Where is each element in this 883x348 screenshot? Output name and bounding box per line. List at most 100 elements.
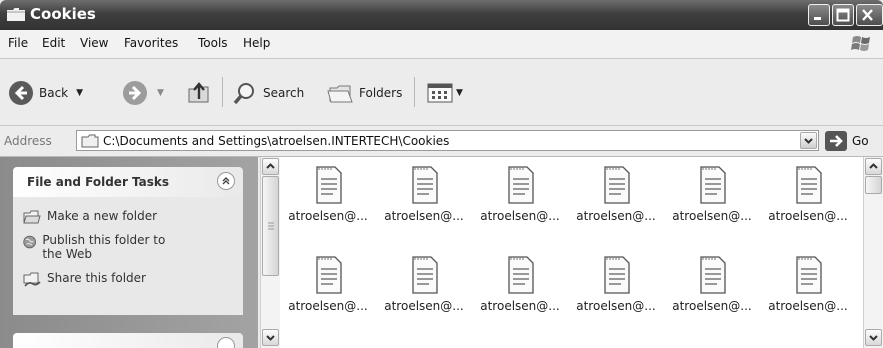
chevron-up-icon — [266, 163, 275, 169]
file-name: atroelsen@... — [576, 299, 656, 313]
folders-button[interactable]: Folders — [326, 79, 402, 107]
file-list-scrollbar[interactable] — [863, 157, 883, 348]
grip-icon — [268, 222, 274, 230]
folder-icon — [81, 134, 99, 148]
new-folder-icon — [23, 210, 41, 224]
task-label: Publish this folder to the Web — [42, 233, 166, 261]
file-item[interactable]: atroelsen@... — [472, 165, 568, 223]
task-make-new-folder[interactable]: Make a new folder — [23, 209, 157, 225]
collapse-button[interactable] — [217, 172, 235, 190]
window-title: Cookies — [30, 5, 96, 23]
file-name: atroelsen@... — [672, 299, 752, 313]
toolbar-separator — [222, 77, 223, 107]
file-item[interactable]: atroelsen@... — [664, 165, 760, 223]
menu-file[interactable]: File — [8, 36, 28, 50]
title-bar[interactable]: Cookies — [0, 0, 883, 30]
task-panel-body: Make a new folder Publish this folder to… — [13, 197, 243, 315]
folders-icon — [327, 85, 353, 103]
chevron-up-icon — [869, 163, 878, 169]
scroll-down-button[interactable] — [865, 329, 882, 346]
chevron-down-icon — [804, 138, 813, 144]
task-label: Share this folder — [47, 271, 146, 285]
menu-favorites[interactable]: Favorites — [124, 36, 178, 50]
menu-edit[interactable]: Edit — [42, 36, 65, 50]
file-item[interactable]: atroelsen@... — [664, 255, 760, 313]
search-icon — [233, 83, 254, 105]
file-name: atroelsen@... — [480, 299, 560, 313]
task-label: Make a new folder — [47, 209, 158, 223]
text-file-icon — [700, 256, 726, 294]
scroll-up-button[interactable] — [865, 158, 882, 175]
views-button[interactable]: ▼ — [426, 79, 463, 107]
task-panel-header[interactable]: File and Folder Tasks — [13, 167, 243, 197]
scroll-thumb[interactable] — [865, 176, 882, 194]
file-name: atroelsen@... — [768, 299, 848, 313]
folders-label: Folders — [359, 86, 403, 100]
up-button[interactable] — [186, 79, 212, 107]
address-dropdown-button[interactable] — [800, 132, 817, 149]
address-path: C:\Documents and Settings\atroelsen.INTE… — [103, 134, 450, 148]
menu-bar: File Edit View Favorites Tools Help — [0, 30, 883, 59]
text-file-icon — [796, 256, 822, 294]
collapse-button[interactable] — [217, 337, 235, 348]
file-name: atroelsen@... — [768, 209, 848, 223]
folder-up-icon — [188, 82, 209, 103]
text-file-icon — [316, 256, 342, 294]
scroll-thumb[interactable] — [262, 176, 279, 276]
go-button[interactable] — [825, 131, 847, 151]
chevron-down-icon: ▼ — [157, 88, 164, 98]
text-file-icon — [508, 166, 534, 204]
windows-logo-icon — [851, 36, 870, 51]
scroll-up-button[interactable] — [262, 158, 279, 175]
address-bar: Address C:\Documents and Settings\atroel… — [0, 126, 883, 157]
text-file-icon — [604, 256, 630, 294]
file-name: atroelsen@... — [384, 209, 464, 223]
task-pane-scrollbar[interactable] — [260, 157, 280, 348]
chevron-down-icon: ▼ — [456, 88, 463, 98]
file-item[interactable]: atroelsen@... — [568, 255, 664, 313]
menu-help[interactable]: Help — [243, 36, 270, 50]
file-item[interactable]: atroelsen@... — [568, 165, 664, 223]
text-file-icon — [316, 166, 342, 204]
go-label[interactable]: Go — [852, 134, 869, 148]
close-button[interactable] — [856, 4, 883, 26]
search-button[interactable]: Search — [232, 79, 304, 107]
menu-view[interactable]: View — [80, 36, 108, 50]
file-item[interactable]: atroelsen@... — [760, 165, 856, 223]
task-publish-folder-web[interactable]: Publish this folder to the Web — [23, 233, 173, 261]
toolbar-separator — [414, 77, 415, 107]
maximize-icon — [836, 8, 850, 22]
scroll-down-button[interactable] — [262, 329, 279, 346]
back-label: Back — [39, 86, 69, 100]
chevron-down-icon: ▼ — [76, 88, 84, 98]
file-item[interactable]: atroelsen@... — [472, 255, 568, 313]
other-places-panel-header[interactable] — [13, 333, 243, 348]
go-arrow-icon — [830, 135, 843, 147]
double-chevron-up-icon — [222, 177, 230, 185]
file-name: atroelsen@... — [576, 209, 656, 223]
minimize-icon — [814, 17, 821, 20]
text-file-icon — [604, 166, 630, 204]
address-input[interactable]: C:\Documents and Settings\atroelsen.INTE… — [76, 130, 819, 151]
text-file-icon — [796, 166, 822, 204]
file-item[interactable]: atroelsen@... — [760, 255, 856, 313]
back-arrow-icon — [9, 81, 33, 105]
minimize-button[interactable] — [808, 4, 830, 26]
views-icon — [427, 83, 453, 103]
file-item[interactable]: atroelsen@... — [280, 165, 376, 223]
menu-tools[interactable]: Tools — [198, 36, 228, 50]
file-name: atroelsen@... — [672, 209, 752, 223]
close-icon — [862, 9, 873, 21]
file-item[interactable]: atroelsen@... — [376, 165, 472, 223]
file-item[interactable]: atroelsen@... — [376, 255, 472, 313]
file-list-view[interactable]: atroelsen@... atroelsen@... atroelsen@... a… — [280, 157, 863, 348]
file-item[interactable]: atroelsen@... — [280, 255, 376, 313]
forward-button[interactable]: ▼ — [122, 79, 164, 107]
back-button[interactable]: Back ▼ — [8, 79, 83, 107]
task-share-folder[interactable]: Share this folder — [23, 271, 146, 287]
search-label: Search — [263, 86, 305, 100]
maximize-button[interactable] — [832, 4, 854, 26]
text-file-icon — [412, 166, 438, 204]
folder-icon — [7, 8, 25, 21]
file-name: atroelsen@... — [288, 209, 368, 223]
